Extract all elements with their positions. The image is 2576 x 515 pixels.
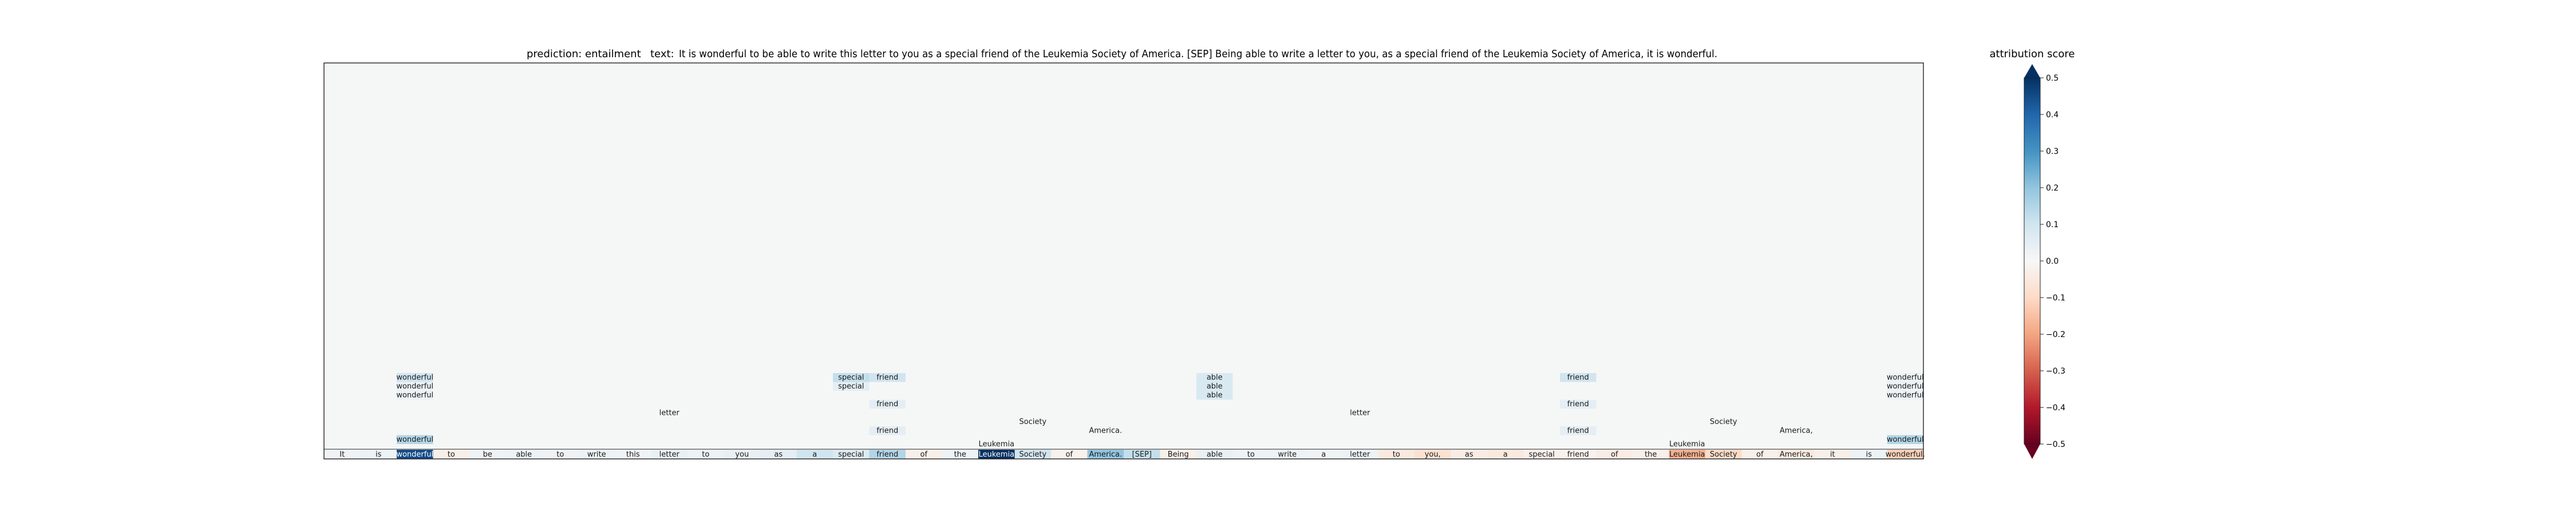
token-label: it <box>1830 450 1835 459</box>
upper-label: wonderful <box>1887 374 1924 382</box>
colorbar-title: attribution score <box>1990 48 2075 60</box>
token-label: write <box>1278 450 1297 459</box>
token-label: Being <box>1168 450 1189 459</box>
upper-label: special <box>838 374 864 382</box>
colorbar-tick-label: 0.1 <box>2046 220 2059 229</box>
token-label: of <box>920 450 927 459</box>
token-label: to <box>1247 450 1255 459</box>
upper-label: wonderful <box>396 435 433 444</box>
colorbar-tick-label: −0.2 <box>2046 330 2065 339</box>
token-label: to <box>1393 450 1400 459</box>
upper-label: friend <box>1567 400 1589 409</box>
chart-title-text-label: text: <box>650 48 674 60</box>
token-label: as <box>774 450 783 459</box>
token-label: to <box>702 450 709 459</box>
token-label: friend <box>1567 450 1589 459</box>
upper-label: special <box>838 382 864 391</box>
colorbar-ticks: 0.5 0.4 0.3 0.2 0.1 0.0 −0.1 −0.2 −0.3 −0.4 −0.5 <box>2040 74 2065 449</box>
chart-title-prediction-value: entailment <box>585 48 641 60</box>
colorbar-tick-label: 0.5 <box>2046 74 2059 83</box>
chart-title-text-value: It is wonderful to be able to write this… <box>679 48 1717 60</box>
colorbar-tick-label: −0.3 <box>2046 367 2065 376</box>
token-label: you <box>735 450 749 459</box>
token-label: a <box>1321 450 1326 459</box>
upper-label: wonderful <box>1887 382 1924 391</box>
upper-label: wonderful <box>396 382 433 391</box>
token-label: is <box>1866 450 1872 459</box>
upper-label: wonderful <box>1887 391 1924 400</box>
token-label: a <box>1503 450 1508 459</box>
upper-label: letter <box>1350 409 1370 418</box>
token-label: of <box>1065 450 1073 459</box>
leukemia-label: Leukemia <box>978 440 1014 449</box>
token-label: Leukemia <box>978 450 1014 459</box>
token-label: It <box>339 450 345 459</box>
colorbar-gradient <box>2024 78 2040 444</box>
upper-label: friend <box>1567 427 1589 435</box>
token-label: friend <box>876 450 898 459</box>
colorbar-extend-max <box>2024 64 2040 78</box>
attribution-chart: prediction: entailment text: It is wonde… <box>323 48 2075 459</box>
token-label: letter <box>1350 450 1370 459</box>
token-label: America, <box>1780 450 1813 459</box>
token-label: a <box>812 450 817 459</box>
upper-label: wonderful <box>396 391 433 400</box>
token-label: of <box>1756 450 1764 459</box>
token-label: Society <box>1710 450 1737 459</box>
token-label: the <box>954 450 966 459</box>
plot-background <box>324 63 1923 459</box>
token-label: to <box>556 450 564 459</box>
token-label: wonderful. <box>1886 450 1925 459</box>
colorbar-tick-label: 0.0 <box>2046 257 2059 266</box>
token-label: Society <box>1019 450 1046 459</box>
token-label: the <box>1645 450 1657 459</box>
token-label: letter <box>659 450 680 459</box>
upper-label: wonderful <box>396 374 433 382</box>
upper-label: letter <box>659 409 680 418</box>
token-label: you, <box>1425 450 1441 459</box>
colorbar-tick-label: 0.3 <box>2046 147 2059 156</box>
upper-label: friend <box>876 427 898 435</box>
upper-label: friend <box>876 400 898 409</box>
colorbar-tick-label: −0.4 <box>2046 403 2065 413</box>
token-label: is <box>376 450 382 459</box>
colorbar-extend-min <box>2024 444 2040 459</box>
colorbar-tick-label: 0.4 <box>2046 110 2059 120</box>
upper-label: friend <box>876 374 898 382</box>
token-label: of <box>1611 450 1618 459</box>
upper-label: America, <box>1780 427 1813 435</box>
token-label: to <box>448 450 455 459</box>
token-label: special <box>838 450 864 459</box>
chart-title-prediction-label: prediction: <box>527 48 582 60</box>
leukemia-label: Leukemia <box>1669 440 1705 449</box>
token-label: be <box>483 450 492 459</box>
token-label: America. <box>1089 450 1122 459</box>
upper-label: able <box>1207 391 1223 400</box>
upper-label: friend <box>1567 374 1589 382</box>
upper-label: able <box>1207 374 1223 382</box>
token-label: able <box>516 450 532 459</box>
token-label: able <box>1207 450 1223 459</box>
token-label: this <box>626 450 640 459</box>
upper-label: Society <box>1019 418 1046 426</box>
upper-label: Society <box>1710 418 1737 426</box>
upper-label: wonderful <box>1887 435 1924 444</box>
token-label: write <box>587 450 606 459</box>
token-label: wonderful <box>396 450 433 459</box>
colorbar-tick-label: 0.2 <box>2046 184 2059 193</box>
upper-label: able <box>1207 382 1223 391</box>
token-label: [SEP] <box>1132 450 1152 459</box>
colorbar-tick-label: −0.1 <box>2046 294 2065 303</box>
token-label: Leukemia <box>1669 450 1705 459</box>
token-label: as <box>1465 450 1473 459</box>
upper-label: America. <box>1089 427 1122 435</box>
token-label: special <box>1529 450 1555 459</box>
colorbar-tick-label: −0.5 <box>2046 440 2065 449</box>
